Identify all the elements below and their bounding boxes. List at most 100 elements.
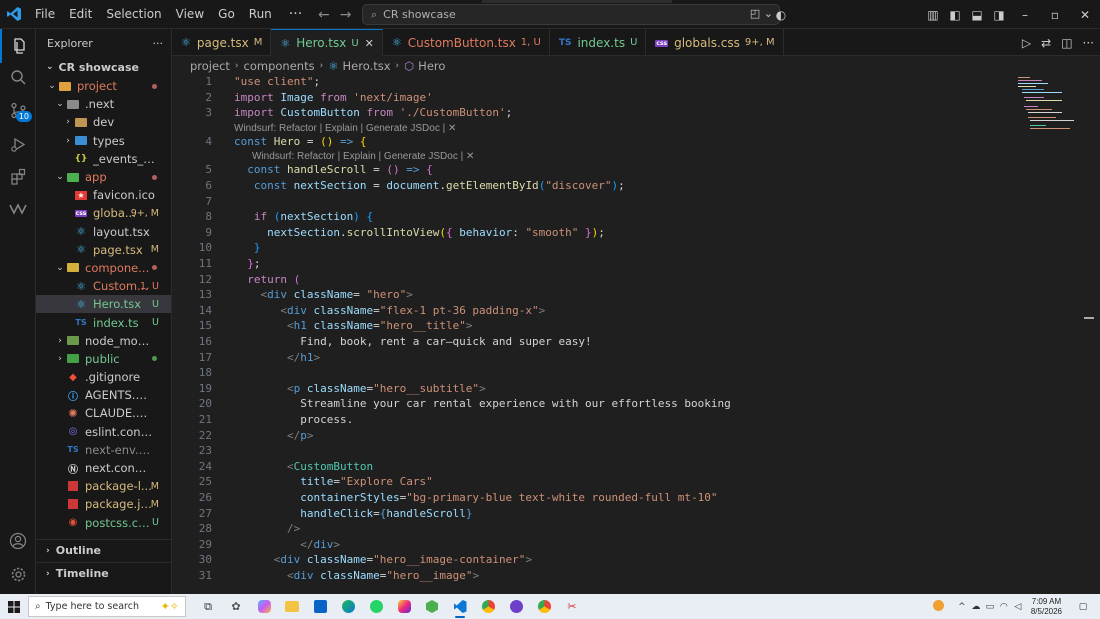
windsurf-icon[interactable]	[0, 192, 36, 226]
breadcrumb-item[interactable]: project	[190, 59, 230, 73]
breadcrumb-item[interactable]: components	[244, 59, 315, 73]
windows-start-icon[interactable]	[0, 594, 28, 619]
codelens[interactable]: Windsurf: Refactor | Explain | Generate …	[234, 123, 456, 134]
run-debug-icon[interactable]	[0, 127, 36, 161]
toggle-panel-icon[interactable]: ⬓	[966, 0, 988, 29]
tree-file[interactable]: ◉ postcss.co... U	[36, 514, 171, 532]
restore-button[interactable]: ▫	[1040, 0, 1070, 29]
back-arrow-icon[interactable]: ←	[318, 7, 330, 23]
tree-file[interactable]: {} _events_960...	[36, 150, 171, 168]
code-line[interactable]: </div>	[234, 538, 340, 551]
tab-hero-tsx[interactable]: ⚛ Hero.tsx U ✕	[271, 29, 383, 56]
settings-gear-icon[interactable]	[0, 557, 36, 591]
code-line[interactable]: Find, book, rent a car—quick and super e…	[234, 335, 591, 348]
forward-arrow-icon[interactable]: →	[340, 7, 352, 23]
tab-index-ts[interactable]: TS index.ts U	[550, 29, 647, 56]
compare-changes-icon[interactable]: ⇄	[1041, 36, 1051, 50]
code-line[interactable]: <div className="hero__image-container">	[234, 553, 532, 566]
menu-view[interactable]: View	[169, 0, 211, 29]
github-icon[interactable]	[502, 594, 530, 619]
code-line[interactable]: title="Explore Cars"	[234, 475, 432, 488]
copilot-app-icon[interactable]	[250, 594, 278, 619]
tab-globals-css[interactable]: css globals.css 9+, M	[646, 29, 784, 56]
code-line[interactable]: <h1 className="hero__title">	[234, 319, 472, 332]
split-editor-icon[interactable]: ◫	[1061, 36, 1072, 50]
source-control-icon[interactable]: 10	[0, 93, 36, 127]
account-icon[interactable]	[0, 524, 36, 558]
code-line[interactable]: </h1>	[234, 351, 320, 364]
code-editor[interactable]: 1 "use client"; 2 import Image from 'next/i…	[172, 75, 1012, 594]
tree-folder[interactable]: ⌄ compone...	[36, 259, 171, 277]
minimize-button[interactable]: –	[1010, 0, 1040, 29]
minimap[interactable]	[1016, 75, 1086, 135]
whatsapp-icon[interactable]	[362, 594, 390, 619]
nodejs-icon[interactable]	[418, 594, 446, 619]
codelens[interactable]: Windsurf: Refactor | Explain | Generate …	[252, 151, 474, 162]
clock[interactable]: 7:09 AM 8/5/2026	[1031, 597, 1062, 617]
task-view-icon[interactable]: ⧉	[194, 594, 222, 619]
tree-folder[interactable]: › types	[36, 132, 171, 150]
code-line[interactable]: }	[234, 241, 261, 254]
snipping-tool-icon[interactable]: ✂	[558, 594, 586, 619]
edge-icon[interactable]	[334, 594, 362, 619]
widgets-icon[interactable]: ✿	[222, 594, 250, 619]
notifications-icon[interactable]: ▢	[1076, 602, 1090, 612]
code-line[interactable]: const nextSection = document.getElementB…	[234, 179, 625, 192]
close-button[interactable]: ✕	[1070, 0, 1100, 29]
tree-file[interactable]: ⚛ Hero.tsx U	[36, 295, 171, 314]
account-shield-icon[interactable]: ◐	[770, 0, 792, 29]
tree-file[interactable]: Ⓝnext.config.ts	[36, 459, 171, 477]
tree-file[interactable]: package-l... M	[36, 477, 171, 495]
toggle-secondary-sidebar-icon[interactable]: ◨	[988, 0, 1010, 29]
chrome-profile-icon[interactable]	[530, 594, 558, 619]
search-icon[interactable]	[0, 60, 36, 94]
code-line[interactable]: process.	[234, 413, 353, 426]
tree-file[interactable]: TS index.ts U	[36, 313, 171, 331]
tree-file[interactable]: ⚛ Custom... 1, U	[36, 277, 171, 295]
code-line[interactable]: />	[234, 522, 300, 535]
tree-file[interactable]: ⚛ layout.tsx	[36, 223, 171, 241]
customize-layout-icon[interactable]: ▥	[922, 0, 944, 29]
menu-go[interactable]: Go	[211, 0, 242, 29]
more-actions-icon[interactable]: ···	[1083, 36, 1094, 50]
menu-file[interactable]: File	[28, 0, 62, 29]
code-line[interactable]: };	[234, 257, 260, 270]
volume-icon[interactable]: ◁	[1011, 602, 1025, 612]
menu-edit[interactable]: Edit	[62, 0, 99, 29]
code-line[interactable]: "use client";	[234, 75, 320, 88]
code-line[interactable]: <div className= "hero">	[234, 288, 413, 301]
vscode-taskbar-icon[interactable]	[446, 594, 474, 619]
run-icon[interactable]: ▷	[1022, 36, 1031, 50]
code-line[interactable]: Streamline your car rental experience wi…	[234, 397, 730, 410]
outline-section[interactable]: › Outline	[36, 539, 171, 561]
tree-file[interactable]: ◎ eslint.config.mjs	[36, 423, 171, 441]
chevron-up-icon[interactable]: ^	[955, 602, 969, 612]
code-line[interactable]: handleClick={handleScroll}	[234, 507, 472, 520]
wifi-icon[interactable]: ◠	[997, 602, 1011, 612]
file-explorer-icon[interactable]	[278, 594, 306, 619]
tab-page-tsx[interactable]: ⚛ page.tsx M	[172, 29, 272, 56]
more-menu-button[interactable]: ···	[279, 0, 312, 29]
code-line[interactable]: <p className="hero__subtitle">	[234, 382, 486, 395]
tree-file[interactable]: package.js... M	[36, 495, 171, 513]
tree-file[interactable]: css globa... 9+, M	[36, 204, 171, 222]
breadcrumb-item[interactable]: Hero.tsx	[343, 59, 391, 73]
instagram-icon[interactable]	[390, 594, 418, 619]
close-tab-icon[interactable]: ✕	[365, 37, 374, 50]
scrollbar-indicator[interactable]	[1084, 317, 1094, 319]
chrome-icon[interactable]	[474, 594, 502, 619]
breadcrumb-item[interactable]: Hero	[418, 59, 445, 73]
code-line[interactable]: import CustomButton from './CustomButton…	[234, 106, 512, 119]
code-line[interactable]: import Image from 'next/image'	[234, 91, 433, 104]
taskbar-search[interactable]: ⌕ Type here to search ✦✧	[28, 596, 186, 617]
code-line[interactable]: <div className="flex-1 pt-36 padding-x">	[234, 304, 545, 317]
menu-run[interactable]: Run	[242, 0, 279, 29]
tree-folder[interactable]: › node_modules	[36, 332, 171, 350]
tree-file[interactable]: TS next-env.d.ts	[36, 441, 171, 459]
tree-file[interactable]: ✺ CLAUDE.md	[36, 404, 171, 422]
tree-file[interactable]: ⚛ page.tsx M	[36, 241, 171, 259]
code-line[interactable]: containerStyles="bg-primary-blue text-wh…	[234, 491, 717, 504]
explorer-icon[interactable]	[0, 29, 36, 63]
menu-selection[interactable]: Selection	[99, 0, 168, 29]
outlook-icon[interactable]	[306, 594, 334, 619]
